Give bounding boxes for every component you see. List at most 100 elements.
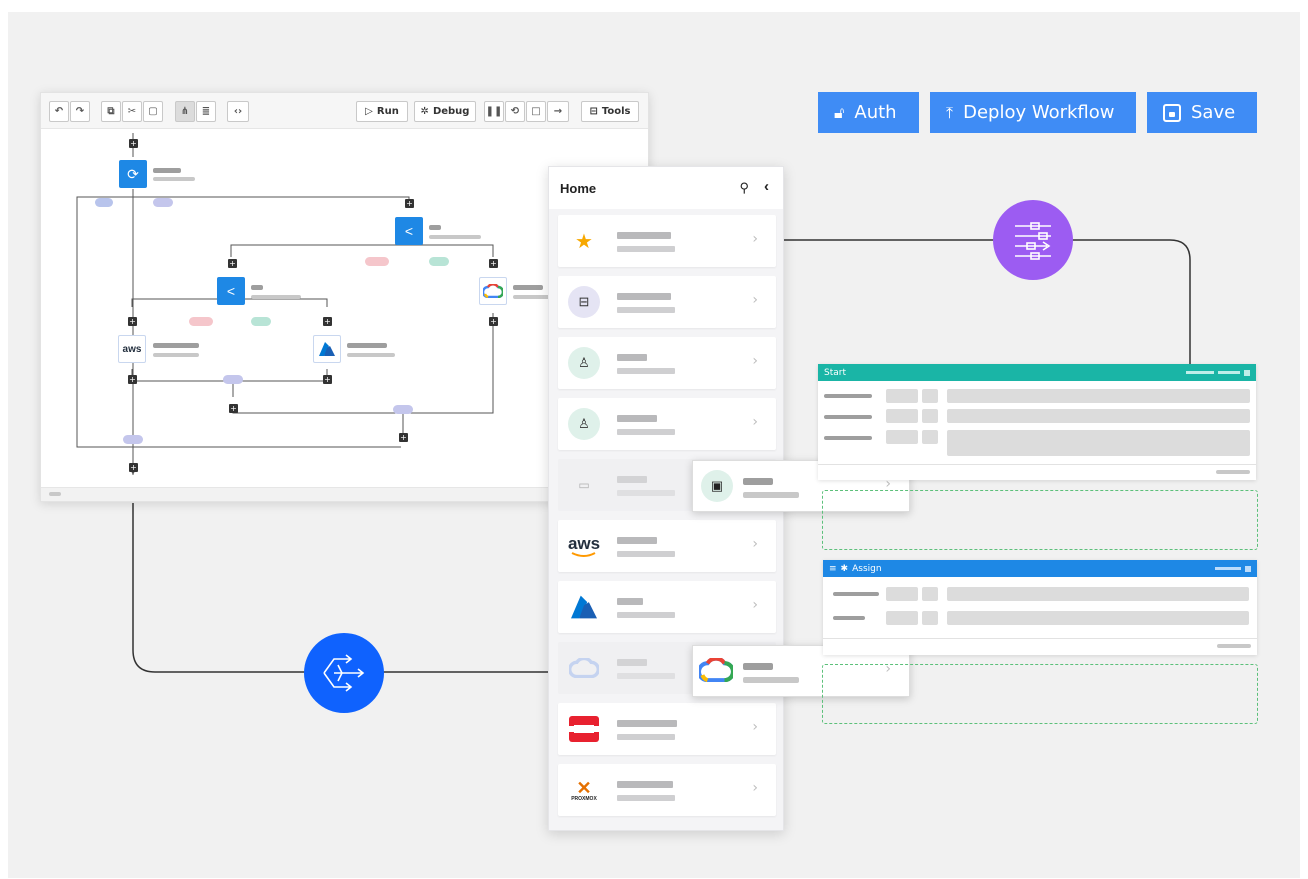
folder-user-icon: ▣ <box>701 470 733 502</box>
catalog-item-favorites[interactable]: ★ › <box>558 215 776 267</box>
catalog-item-proxmox[interactable]: ✕ PROXMOX › <box>558 764 776 816</box>
loop-icon: ⟳ <box>127 165 139 182</box>
chevron-right-icon: › <box>752 536 758 552</box>
add-step-marker[interactable]: + <box>323 317 332 326</box>
catalog-item-openstack[interactable]: › <box>558 703 776 755</box>
add-step-marker[interactable]: + <box>399 433 408 442</box>
add-step-marker[interactable]: + <box>228 259 237 268</box>
google-cloud-node[interactable] <box>479 277 507 305</box>
add-step-marker[interactable]: + <box>489 317 498 326</box>
add-step-marker[interactable]: + <box>128 375 137 384</box>
aws-logo: aws <box>122 343 142 355</box>
cut-button[interactable]: ✂ <box>122 101 142 122</box>
add-step-marker[interactable]: + <box>489 259 498 268</box>
gear-icon: ✱ <box>840 563 849 574</box>
user-settings-icon: ♙ <box>568 347 600 379</box>
undo-icon: ↶ <box>54 106 64 117</box>
lock-icon: 🔓︎ <box>834 102 845 122</box>
step-icon: → <box>553 106 563 117</box>
tree-view-button[interactable]: ⋔ <box>175 101 195 122</box>
start-form: Start <box>818 364 1256 480</box>
openstack-logo <box>568 713 600 745</box>
step-button[interactable]: → <box>547 101 569 122</box>
chevron-right-icon: › <box>752 780 758 796</box>
assign-form: ≡ ✱ Assign <box>823 560 1257 655</box>
chevron-left-icon[interactable]: ‹ <box>764 178 769 195</box>
chevron-right-icon: › <box>752 353 758 369</box>
bug-icon: ✲ <box>420 106 429 117</box>
branch-icon: < <box>226 283 236 299</box>
split-flow-icon <box>304 633 384 713</box>
add-step-marker[interactable]: + <box>405 199 414 208</box>
code-view-button[interactable]: ‹› <box>227 101 249 122</box>
redo-button[interactable]: ↷ <box>70 101 90 122</box>
copy-icon: ⧉ <box>107 106 115 117</box>
undo-button[interactable]: ↶ <box>49 101 69 122</box>
catalog-item-admin[interactable]: ♙ › <box>558 337 776 389</box>
lego-block-icon: ⊟ <box>568 286 600 318</box>
star-icon: ★ <box>575 230 593 253</box>
catalog-header: Home ⚲ ‹ <box>549 167 783 209</box>
add-step-marker[interactable]: + <box>229 404 238 413</box>
google-cloud-logo <box>483 284 503 298</box>
aws-logo: aws <box>568 530 600 562</box>
run-button[interactable]: ▷ Run <box>356 101 408 122</box>
pause-icon: ❚❚ <box>485 106 503 117</box>
editor-toolbar: ↶ ↷ ⧉ ✂ ▢ ⋔ ≣ ‹› ▷ Run ✲ Debug ❚❚ ⟲ □ → ⊟ T… <box>41 93 648 129</box>
redo-icon: ↷ <box>75 106 85 117</box>
chevron-right-icon: › <box>752 414 758 430</box>
google-cloud-logo <box>697 656 735 687</box>
deploy-workflow-button[interactable]: ⤒ Deploy Workflow <box>930 92 1136 133</box>
list-view-button[interactable]: ≣ <box>196 101 216 122</box>
tools-icon: ⊟ <box>589 106 598 117</box>
branch-node[interactable]: < <box>395 217 423 245</box>
pause-button[interactable]: ❚❚ <box>484 101 504 122</box>
chevron-right-icon: › <box>752 231 758 247</box>
drag-handle-icon[interactable]: ≡ <box>829 564 837 574</box>
catalog-title: Home <box>560 180 597 196</box>
loop-node[interactable]: ⟳ <box>119 160 147 188</box>
add-step-marker[interactable]: + <box>129 463 138 472</box>
tree-icon: ⋔ <box>180 106 190 117</box>
paste-button[interactable]: ▢ <box>143 101 163 122</box>
chevron-right-icon: › <box>752 597 758 613</box>
proxmox-logo: ✕ PROXMOX <box>571 777 597 802</box>
clipboard-icon: ▢ <box>148 106 158 117</box>
chevron-right-icon: › <box>752 292 758 308</box>
branch-icon: < <box>404 223 414 239</box>
scissors-icon: ✂ <box>127 106 137 117</box>
code-icon: ‹› <box>233 106 243 117</box>
path-tag <box>95 198 113 207</box>
list-icon: ≣ <box>201 106 211 117</box>
branch-node[interactable]: < <box>217 277 245 305</box>
start-form-header: Start <box>818 364 1256 381</box>
folder-user-icon: ▭ <box>578 478 590 492</box>
aws-node[interactable]: aws <box>118 335 146 363</box>
azure-node[interactable] <box>313 335 341 363</box>
chevron-right-icon: › <box>752 719 758 735</box>
google-cloud-logo <box>568 652 600 684</box>
save-icon <box>1163 103 1181 122</box>
add-step-marker[interactable]: + <box>129 139 138 148</box>
user-icon: ♙ <box>568 408 600 440</box>
drop-zone[interactable] <box>822 664 1258 724</box>
copy-button[interactable]: ⧉ <box>101 101 121 122</box>
catalog-item-azure[interactable]: › <box>558 581 776 633</box>
restart-icon: ⟲ <box>510 106 520 117</box>
add-step-marker[interactable]: + <box>128 317 137 326</box>
auth-button[interactable]: 🔓︎ Auth <box>818 92 919 133</box>
stop-button[interactable]: □ <box>526 101 546 122</box>
search-icon[interactable]: ⚲ <box>739 180 749 196</box>
add-step-marker[interactable]: + <box>323 375 332 384</box>
stop-icon: □ <box>531 106 541 117</box>
drop-zone[interactable] <box>822 490 1258 550</box>
restart-button[interactable]: ⟲ <box>505 101 525 122</box>
catalog-item-blocks[interactable]: ⊟ › <box>558 276 776 328</box>
play-icon: ▷ <box>365 106 373 117</box>
save-button[interactable]: Save <box>1147 92 1257 133</box>
catalog-item-user[interactable]: ♙ › <box>558 398 776 450</box>
tools-button[interactable]: ⊟ Tools <box>581 101 639 122</box>
debug-button[interactable]: ✲ Debug <box>414 101 476 122</box>
catalog-item-aws[interactable]: aws › <box>558 520 776 572</box>
filter-settings-icon <box>993 200 1073 280</box>
